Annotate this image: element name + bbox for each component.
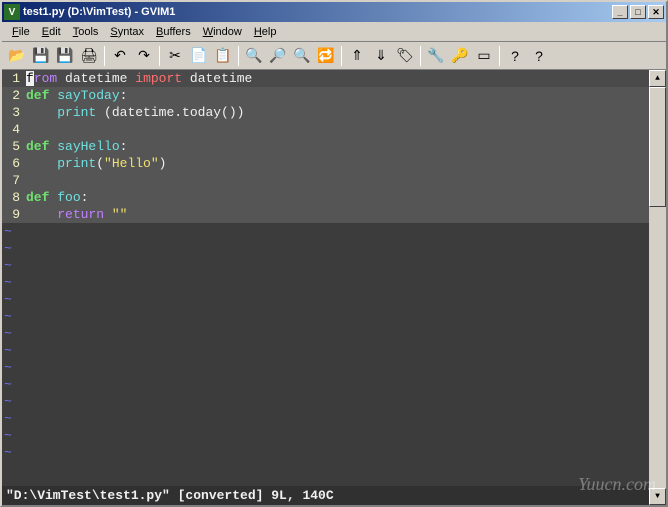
tilde-line: ~ — [2, 393, 649, 410]
findnext-icon[interactable]: 🔎 — [267, 45, 289, 67]
close-button[interactable]: ✕ — [648, 5, 664, 19]
line-number: 6 — [2, 155, 26, 172]
scroll-track[interactable] — [649, 207, 666, 488]
menu-tools[interactable]: Tools — [67, 24, 105, 40]
line-number: 7 — [2, 172, 26, 189]
shell-icon[interactable]: 🔑 — [449, 45, 471, 67]
line-content[interactable]: def foo: — [26, 189, 649, 206]
scroll-thumb[interactable] — [649, 87, 666, 207]
tilde-line: ~ — [2, 410, 649, 427]
script-icon[interactable]: ▭ — [473, 45, 495, 67]
titlebar[interactable]: V test1.py (D:\VimTest) - GVIM1 _ □ ✕ — [2, 2, 666, 22]
code-line[interactable]: 8def foo: — [2, 189, 649, 206]
tilde-line: ~ — [2, 342, 649, 359]
menu-buffers[interactable]: Buffers — [150, 24, 197, 40]
tilde-line: ~ — [2, 308, 649, 325]
help-icon[interactable]: ? — [504, 45, 526, 67]
menu-file[interactable]: File — [6, 24, 36, 40]
code-line[interactable]: 2def sayToday: — [2, 87, 649, 104]
minimize-button[interactable]: _ — [612, 5, 628, 19]
replace-icon[interactable]: 🔁 — [315, 45, 337, 67]
line-content[interactable]: def sayHello: — [26, 138, 649, 155]
menu-help[interactable]: Help — [248, 24, 283, 40]
findhelp-icon[interactable]: ? — [528, 45, 550, 67]
line-content[interactable]: def sayToday: — [26, 87, 649, 104]
tilde-line: ~ — [2, 291, 649, 308]
status-bar: "D:\VimTest\test1.py" [converted] 9L, 14… — [2, 486, 649, 505]
find-icon[interactable]: 🔍 — [243, 45, 265, 67]
editor-area: 1from datetime import datetime2def sayTo… — [2, 70, 666, 505]
tilde-line: ~ — [2, 257, 649, 274]
scroll-down-button[interactable]: ▼ — [649, 488, 666, 505]
window-title: test1.py (D:\VimTest) - GVIM1 — [23, 6, 610, 18]
undo-icon[interactable]: ↶ — [109, 45, 131, 67]
tag-icon[interactable]: 🏷 — [394, 45, 416, 67]
code-lines[interactable]: 1from datetime import datetime2def sayTo… — [2, 70, 649, 223]
toolbar-separator — [341, 46, 342, 66]
findprev-icon[interactable]: 🔍 — [291, 45, 313, 67]
menu-edit[interactable]: Edit — [36, 24, 67, 40]
line-content[interactable]: print (datetime.today()) — [26, 104, 649, 121]
menu-window[interactable]: Window — [197, 24, 248, 40]
app-icon: V — [4, 4, 20, 20]
open-icon[interactable]: 📂 — [6, 45, 28, 67]
copy-icon[interactable]: 📄 — [188, 45, 210, 67]
tilde-line: ~ — [2, 240, 649, 257]
menu-syntax[interactable]: Syntax — [104, 24, 150, 40]
paste-icon[interactable]: 📋 — [212, 45, 234, 67]
line-content[interactable]: print("Hello") — [26, 155, 649, 172]
code-line[interactable]: 4 — [2, 121, 649, 138]
jump-fwd-icon[interactable]: ⇓ — [370, 45, 392, 67]
line-number: 8 — [2, 189, 26, 206]
saveall-icon[interactable]: 💾 — [54, 45, 76, 67]
toolbar: 📂💾💾🖨↶↷✂📄📋🔍🔎🔍🔁⇑⇓🏷🔧🔑▭?? — [2, 42, 666, 70]
vertical-scrollbar[interactable]: ▲ ▼ — [649, 70, 666, 505]
toolbar-separator — [420, 46, 421, 66]
tilde-line: ~ — [2, 376, 649, 393]
save-icon[interactable]: 💾 — [30, 45, 52, 67]
toolbar-separator — [238, 46, 239, 66]
code-line[interactable]: 9 return "" — [2, 206, 649, 223]
code-line[interactable]: 6 print("Hello") — [2, 155, 649, 172]
line-content[interactable]: from datetime import datetime — [26, 70, 649, 87]
redo-icon[interactable]: ↷ — [133, 45, 155, 67]
toolbar-separator — [499, 46, 500, 66]
scroll-up-button[interactable]: ▲ — [649, 70, 666, 87]
make-icon[interactable]: 🔧 — [425, 45, 447, 67]
code-line[interactable]: 5def sayHello: — [2, 138, 649, 155]
tilde-line: ~ — [2, 325, 649, 342]
code-line[interactable]: 3 print (datetime.today()) — [2, 104, 649, 121]
line-number: 9 — [2, 206, 26, 223]
tilde-line: ~ — [2, 274, 649, 291]
line-number: 5 — [2, 138, 26, 155]
editor-content[interactable]: 1from datetime import datetime2def sayTo… — [2, 70, 649, 505]
cut-icon[interactable]: ✂ — [164, 45, 186, 67]
line-number: 3 — [2, 104, 26, 121]
tilde-line: ~ — [2, 359, 649, 376]
tilde-line: ~ — [2, 427, 649, 444]
toolbar-separator — [104, 46, 105, 66]
line-number: 2 — [2, 87, 26, 104]
line-number: 4 — [2, 121, 26, 138]
line-number: 1 — [2, 70, 26, 87]
toolbar-separator — [159, 46, 160, 66]
main-window: V test1.py (D:\VimTest) - GVIM1 _ □ ✕ Fi… — [0, 0, 668, 507]
code-line[interactable]: 7 — [2, 172, 649, 189]
menubar: FileEditToolsSyntaxBuffersWindowHelp — [2, 22, 666, 42]
tilde-line: ~ — [2, 223, 649, 240]
empty-area: ~~~~~~~~~~~~~~ — [2, 223, 649, 486]
line-content[interactable] — [26, 172, 649, 189]
maximize-button[interactable]: □ — [630, 5, 646, 19]
print-icon[interactable]: 🖨 — [78, 45, 100, 67]
tilde-line: ~ — [2, 444, 649, 461]
line-content[interactable] — [26, 121, 649, 138]
code-line[interactable]: 1from datetime import datetime — [2, 70, 649, 87]
line-content[interactable]: return "" — [26, 206, 649, 223]
jump-back-icon[interactable]: ⇑ — [346, 45, 368, 67]
